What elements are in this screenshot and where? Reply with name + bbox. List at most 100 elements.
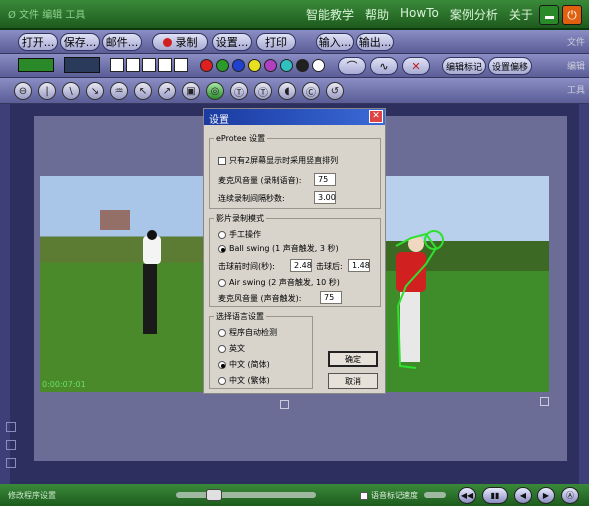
dual-screen-checkbox[interactable]: 只有2屏幕显示时采用竖直排列	[218, 155, 338, 166]
text-tool-2-icon[interactable]: Ⓣ	[254, 82, 272, 100]
output-button[interactable]: 输出...	[356, 33, 394, 51]
menu-smart-teaching[interactable]: 智能教学	[306, 6, 354, 23]
golfer-left-legs	[143, 264, 157, 334]
curve-tool-2-icon[interactable]: ∿	[370, 57, 398, 75]
open-button[interactable]: 打开...	[18, 33, 58, 51]
edit-mark-button[interactable]: 编辑标记	[442, 57, 486, 75]
menu-case-analysis[interactable]: 案例分析	[450, 6, 498, 23]
power-button[interactable]: ⏻	[562, 5, 582, 25]
side-button-3[interactable]	[6, 458, 16, 468]
vertical-line-tool-icon[interactable]: |	[38, 82, 56, 100]
color-yellow[interactable]	[248, 59, 261, 72]
golfer-left-head	[147, 230, 157, 240]
minimize-button[interactable]	[539, 5, 559, 25]
pointer-tool-icon[interactable]: ↖	[134, 82, 152, 100]
wave-tool-icon[interactable]: ♒	[110, 82, 128, 100]
target-tool-icon[interactable]: ◎	[206, 82, 224, 100]
color-blue[interactable]	[232, 59, 245, 72]
ok-button[interactable]: 确定	[328, 351, 378, 367]
voice-mark-toggle[interactable]: 语音标记	[360, 490, 403, 501]
english-radio[interactable]: 英文	[218, 343, 245, 354]
color-white[interactable]	[312, 59, 325, 72]
cancel-button[interactable]: 取消	[328, 373, 378, 389]
rect-tool-icon[interactable]: ▣	[182, 82, 200, 100]
power-icon: ⏻	[567, 8, 577, 22]
english-radio-dot[interactable]	[218, 344, 226, 353]
resize-handle-center[interactable]	[280, 400, 289, 409]
color-purple[interactable]	[264, 59, 277, 72]
settings-button[interactable]: 设置...	[212, 33, 252, 51]
offset-button[interactable]: 设置偏移	[488, 57, 532, 75]
menu-about[interactable]: 关于	[509, 6, 533, 23]
manual-radio-dot[interactable]	[218, 230, 226, 239]
top-menu: 智能教学 帮助 HowTo 案例分析 关于	[306, 6, 533, 23]
circle-line-tool-icon[interactable]: ⊖	[14, 82, 32, 100]
tools-toolbar: ⊖ | \ ↘ ♒ ↖ ↗ ▣ ◎ Ⓣ Ⓣ ◖ Ⓒ ↺ 工具	[0, 78, 589, 104]
color-red[interactable]	[200, 59, 213, 72]
record-button[interactable]: 录制	[152, 33, 208, 51]
side-button-1[interactable]	[6, 422, 16, 432]
rotate-tool-icon[interactable]: ↺	[326, 82, 344, 100]
eprotee-group-title: eProtee 设置	[216, 134, 266, 143]
clear-marks-icon[interactable]: ✕	[402, 57, 430, 75]
text-tool-icon[interactable]: Ⓣ	[230, 82, 248, 100]
auto-icon: Ⓐ	[566, 491, 574, 500]
auto-interval-input[interactable]: 3.00	[314, 191, 336, 204]
save-button[interactable]: 保存...	[60, 33, 100, 51]
line-style-3-icon[interactable]	[142, 58, 156, 72]
timeline-slider-knob[interactable]	[206, 489, 222, 501]
step-back-button[interactable]: ◀	[514, 487, 532, 504]
auto-detect-radio-dot[interactable]	[218, 328, 226, 337]
diagonal-line-tool-icon[interactable]: \	[62, 82, 80, 100]
copyright-tool-icon[interactable]: Ⓒ	[302, 82, 320, 100]
line-style-4-icon[interactable]	[158, 58, 172, 72]
post-time-input[interactable]: 1.48	[348, 259, 370, 272]
side-button-2[interactable]	[6, 440, 16, 450]
menu-help[interactable]: 帮助	[365, 6, 389, 23]
menu-howto[interactable]: HowTo	[400, 6, 439, 23]
rewind-button[interactable]: ◀◀	[458, 487, 476, 504]
language-group-title: 选择语言设置	[216, 312, 264, 321]
line-style-1-icon[interactable]	[110, 58, 124, 72]
line-style-2-icon[interactable]	[126, 58, 140, 72]
pause-button[interactable]: ▮▮	[482, 487, 508, 504]
video-left[interactable]: 0:00:07:01	[40, 176, 205, 392]
color-green[interactable]	[216, 59, 229, 72]
manual-radio[interactable]: 手工操作	[218, 229, 261, 240]
mail-button[interactable]: 邮件...	[102, 33, 142, 51]
crowd-left	[100, 210, 130, 230]
angle-tool-icon[interactable]: ↗	[158, 82, 176, 100]
timeline-slider[interactable]	[176, 489, 316, 501]
chinese-simplified-radio[interactable]: 中文 (简体)	[218, 359, 270, 370]
chinese-traditional-radio[interactable]: 中文 (繁体)	[218, 375, 270, 386]
mic-volume-input[interactable]: 75	[314, 173, 336, 186]
play-button[interactable]: ▶	[537, 487, 555, 504]
ball-swing-radio[interactable]: Ball swing (1 声音触发, 3 秒)	[218, 243, 339, 254]
dual-screen-box[interactable]	[218, 156, 226, 165]
voice-mark-checkbox[interactable]	[360, 491, 368, 500]
curve-tool-1-icon[interactable]: ⌒	[338, 57, 366, 75]
input-button[interactable]: 输入...	[316, 33, 354, 51]
speed-slider[interactable]	[424, 492, 446, 498]
dialog-close-button[interactable]: ✕	[369, 110, 383, 123]
half-circle-tool-icon[interactable]: ◖	[278, 82, 296, 100]
arrow-tool-icon[interactable]: ↘	[86, 82, 104, 100]
video-right[interactable]	[386, 176, 549, 392]
color-cyan[interactable]	[280, 59, 293, 72]
print-button[interactable]: 打印	[256, 33, 296, 51]
chinese-traditional-radio-dot[interactable]	[218, 376, 226, 385]
resize-handle-right[interactable]	[540, 397, 549, 406]
line-style-5-icon[interactable]	[174, 58, 188, 72]
film-strip-icon[interactable]	[18, 58, 54, 72]
air-swing-radio[interactable]: Air swing (2 声音触发, 10 秒)	[218, 277, 340, 288]
video-mode-icon[interactable]	[64, 57, 100, 73]
voice-mark-label: 语音标记	[371, 491, 403, 500]
ball-swing-radio-dot[interactable]	[218, 244, 226, 253]
chinese-simplified-radio-dot[interactable]	[218, 360, 226, 369]
color-black[interactable]	[296, 59, 309, 72]
pre-time-input[interactable]: 2.48	[290, 259, 312, 272]
mic-volume2-input[interactable]: 75	[320, 291, 342, 304]
auto-button[interactable]: Ⓐ	[561, 487, 579, 504]
air-swing-radio-dot[interactable]	[218, 278, 226, 287]
auto-detect-radio[interactable]: 程序自动检测	[218, 327, 277, 338]
